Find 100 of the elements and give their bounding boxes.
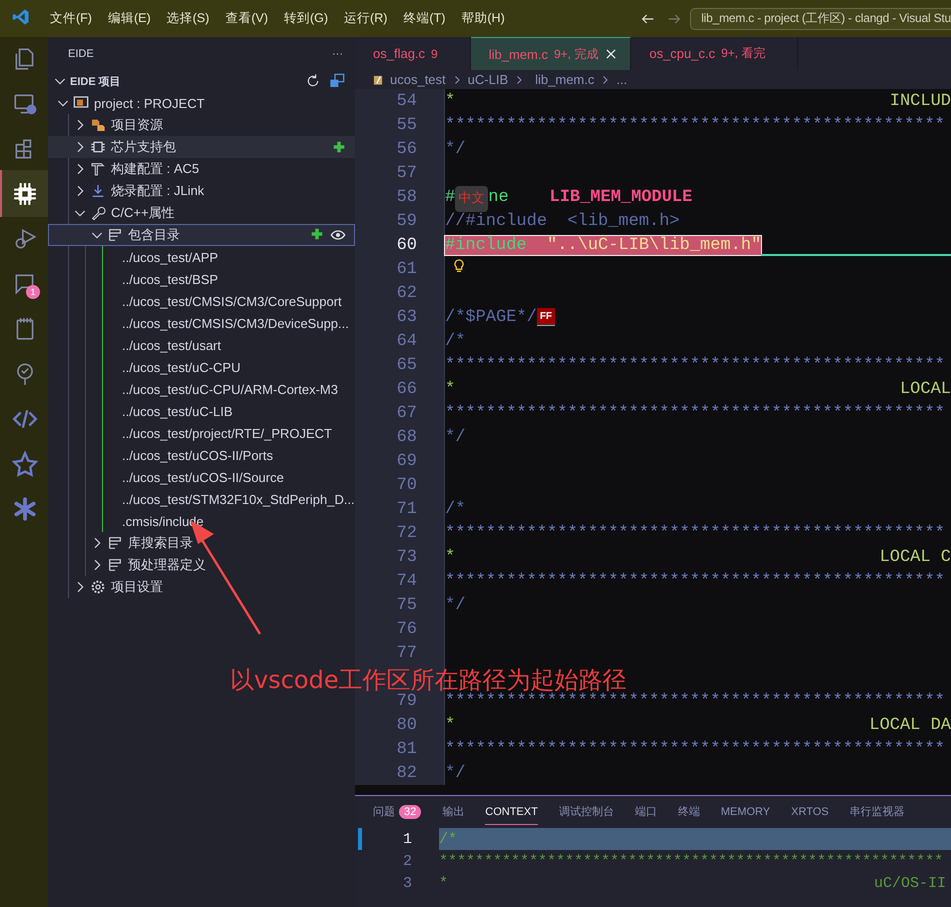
tree-item[interactable]: 预处理器定义 xyxy=(48,554,355,576)
menu-item[interactable]: 编辑(E) xyxy=(100,10,159,27)
code-text: INCLUD xyxy=(890,92,951,110)
tree-item[interactable]: ../ucos_test/STM32F10x_StdPeriph_D... xyxy=(48,488,355,510)
panel-tab[interactable]: 调试控制台 xyxy=(558,798,614,826)
tree-item[interactable]: 构建配置 : AC5 xyxy=(48,158,355,180)
code-text: uC/OS-II xyxy=(874,874,946,892)
tree-item[interactable]: ../ucos_test/project/RTE/_PROJECT xyxy=(48,422,355,444)
list-icon xyxy=(107,535,123,551)
breadcrumb-item[interactable]: uC-LIB xyxy=(468,72,508,87)
chip-icon xyxy=(90,139,106,155)
menu-item[interactable]: 选择(S) xyxy=(158,10,218,27)
line-number: 79 xyxy=(396,692,417,710)
folders-icon xyxy=(90,117,106,133)
panel-tab[interactable]: 终端 xyxy=(678,798,700,826)
line-number: 72 xyxy=(396,524,417,542)
menu-item[interactable]: 运行(R) xyxy=(336,10,396,27)
tree-item[interactable]: ../ucos_test/uC-CPU/ARM-Cortex-M3 xyxy=(48,378,355,400)
line-number: 1 xyxy=(402,830,412,848)
tree-item[interactable]: .cmsis/include xyxy=(48,510,355,532)
count-badge: 32 xyxy=(399,804,422,818)
code-text: * xyxy=(445,716,456,734)
tree-item[interactable]: ../ucos_test/usart xyxy=(48,334,355,356)
code-text: */ xyxy=(445,596,466,614)
code-text: */ xyxy=(445,764,466,782)
line-number: 61 xyxy=(396,260,417,278)
add-icon xyxy=(332,140,346,154)
tree-item[interactable]: 项目设置 xyxy=(48,576,355,598)
code-text: * xyxy=(445,92,456,110)
line-number: 59 xyxy=(396,212,417,230)
code-text: ************************************************* xyxy=(445,524,945,542)
line-number: 74 xyxy=(396,572,417,590)
code-text: /* xyxy=(445,500,466,518)
code-text: /* xyxy=(445,332,466,350)
vscode-logo-icon xyxy=(12,8,30,26)
tree-item[interactable]: 包含目录 xyxy=(48,224,355,246)
code-text: ************************************************* xyxy=(445,116,945,134)
line-number: 58 xyxy=(396,188,417,206)
flower-icon xyxy=(12,496,38,522)
tree-item[interactable]: 芯片支持包 xyxy=(48,136,355,158)
code-text: ************************************************* xyxy=(445,404,945,422)
panel-tab[interactable]: 输出 xyxy=(442,798,464,826)
code-text: LOCAL DA xyxy=(869,716,951,734)
line-number: 3 xyxy=(402,874,412,892)
panel-tab[interactable]: 串行监视器 xyxy=(850,798,905,826)
line-number: 60 xyxy=(396,236,417,254)
menu-item[interactable]: 转到(G) xyxy=(276,10,336,27)
tree-item[interactable]: ../ucos_test/APP xyxy=(48,246,355,268)
breadcrumb-item[interactable]: ucos_test xyxy=(390,72,446,87)
panel-tab[interactable]: 问题 32 xyxy=(373,798,422,826)
menu-item[interactable]: 查看(V) xyxy=(217,10,276,27)
menu-item[interactable]: 帮助(H) xyxy=(453,10,513,27)
star-icon xyxy=(12,450,38,476)
tree-item[interactable]: 烧录配置 : JLink xyxy=(48,180,355,202)
tree-item[interactable]: ../ucos_test/CMSIS/CM3/DeviceSupp... xyxy=(48,312,355,334)
gear-icon xyxy=(90,579,106,595)
line-number: 54 xyxy=(396,92,417,110)
activity-bar-item[interactable] xyxy=(0,170,48,217)
line-number: 75 xyxy=(396,596,417,614)
menu-item[interactable]: 文件(F) xyxy=(42,10,100,27)
command-center[interactable]: lib_mem.c - project (工作区) - clangd - Visual Stu xyxy=(690,8,951,30)
code-text: LOCAL xyxy=(900,380,951,398)
tree-item[interactable]: ../ucos_test/uCOS-II/Ports xyxy=(48,444,355,466)
section-header[interactable]: EIDE 项目 xyxy=(48,70,355,92)
line-number: 56 xyxy=(396,140,417,158)
line-number: 71 xyxy=(396,500,417,518)
line-number: 55 xyxy=(396,116,417,134)
breadcrumb-item[interactable]: ... xyxy=(616,72,628,87)
list-icon xyxy=(107,557,123,573)
breadcrumb-item[interactable]: lib_mem.c xyxy=(535,72,594,87)
line-number: 2 xyxy=(402,852,412,870)
sidebar-title: EIDE xyxy=(68,48,94,60)
line-number: 67 xyxy=(396,404,417,422)
more-actions[interactable]: ··· xyxy=(332,48,343,60)
tree-item[interactable]: C/C++属性 xyxy=(48,202,355,224)
menu-item[interactable]: 终端(T) xyxy=(395,10,454,27)
tree-item[interactable]: ../ucos_test/uC-LIB xyxy=(48,400,355,422)
line-number: 65 xyxy=(396,356,417,374)
tree-item[interactable]: project : PROJECT xyxy=(48,92,355,114)
line-number: 62 xyxy=(396,284,417,302)
code-text: /* xyxy=(439,830,458,848)
panel-tab[interactable]: CONTEXT xyxy=(485,800,538,824)
code-text: # xyxy=(445,188,456,206)
tree-item[interactable]: ../ucos_test/uC-CPU xyxy=(48,356,355,378)
notification-badge: 1 xyxy=(26,285,40,299)
panel-tab[interactable]: 端口 xyxy=(634,798,657,826)
tree-item[interactable]: 项目资源 xyxy=(48,114,355,136)
code-text: ************************************************* xyxy=(445,356,945,374)
code-text: ************************************************* xyxy=(445,692,945,710)
tree-item[interactable]: ../ucos_test/BSP xyxy=(48,268,355,290)
code-text: * xyxy=(445,548,456,566)
code-text: * xyxy=(445,380,456,398)
hammer-icon xyxy=(90,161,106,177)
tree-item[interactable]: ../ucos_test/CMSIS/CM3/CoreSupport xyxy=(48,290,355,312)
panel-tab[interactable]: MEMORY xyxy=(720,800,770,824)
tree-item[interactable]: 库搜索目录 xyxy=(48,532,355,554)
tree-item[interactable]: ../ucos_test/uCOS-II/Source xyxy=(48,466,355,488)
annotation-text: 以vscode工作区所在路径为起始路径 xyxy=(230,665,627,694)
line-number: 64 xyxy=(396,332,417,350)
panel-tab[interactable]: XRTOS xyxy=(791,800,829,824)
